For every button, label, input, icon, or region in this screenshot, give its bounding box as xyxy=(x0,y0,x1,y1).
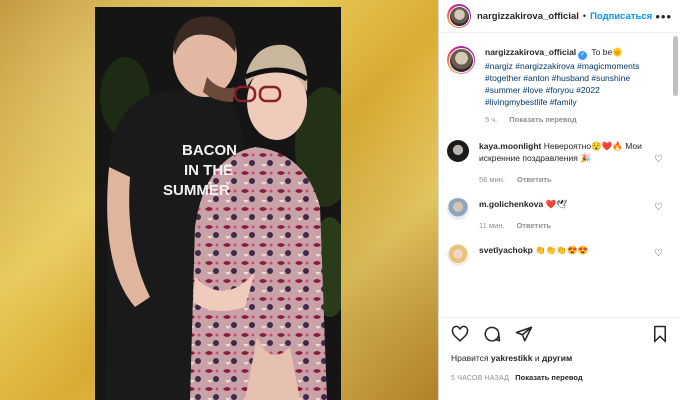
follow-button[interactable]: Подписаться xyxy=(590,11,652,22)
comment-item: svetlyachokp 👏👏👏😍😍 ♡ xyxy=(447,244,663,266)
comment-item: m.golichenkova ❤️🕊 11 мин. Ответить ♡ xyxy=(447,198,663,232)
shirt-text-line-2: IN THE xyxy=(184,162,233,179)
likes-prefix: Нравится xyxy=(451,353,489,363)
reply-button[interactable]: Ответить xyxy=(516,220,551,232)
caption-avatar[interactable] xyxy=(447,46,475,74)
post-media-background: BACON IN THE SUMMER xyxy=(0,0,438,400)
caption-hashtags[interactable]: #nargiz #nargizzakirova #magicmoments #t… xyxy=(485,61,640,107)
likes-others-link[interactable]: другим xyxy=(542,353,572,363)
save-bookmark-icon[interactable] xyxy=(651,325,669,343)
shirt-text-line-1: BACON xyxy=(182,142,237,159)
scrollbar-thumb[interactable] xyxy=(673,36,678,96)
share-send-icon[interactable] xyxy=(515,325,533,343)
caption-username[interactable]: nargizzakirova_official xyxy=(485,47,576,57)
caption-time[interactable]: 5 ч. xyxy=(485,114,497,126)
comment-time[interactable]: 56 мин. xyxy=(479,174,505,186)
comment-time[interactable]: 11 мин. xyxy=(479,220,504,232)
likes-conjunction: и xyxy=(534,353,540,363)
footer-translate-link[interactable]: Показать перевод xyxy=(515,373,582,382)
post-footer: 5 часов назад Показать перевод xyxy=(451,373,583,382)
caption-text: To be🌞 xyxy=(591,47,623,57)
like-comment-heart-icon[interactable]: ♡ xyxy=(654,248,663,259)
comment-avatar[interactable] xyxy=(447,198,469,220)
comment-item: kaya.moonlight Невероятно😯❤️🔥 Мои искрен… xyxy=(447,140,663,186)
header-separator: • xyxy=(582,11,587,21)
header-avatar[interactable] xyxy=(447,4,471,28)
comment-avatar[interactable] xyxy=(447,244,469,266)
verified-badge-icon: ✓ xyxy=(578,51,588,60)
like-comment-heart-icon[interactable]: ♡ xyxy=(654,154,663,165)
more-options-icon[interactable]: ••• xyxy=(655,9,672,24)
shirt-text-line-3: SUMMER xyxy=(163,182,230,199)
comments-scrollbar[interactable] xyxy=(673,36,678,311)
comment-bubble-icon[interactable] xyxy=(483,325,501,343)
comment-username[interactable]: m.golichenkova xyxy=(479,199,543,209)
reply-button[interactable]: Ответить xyxy=(517,174,552,186)
comment-username[interactable]: svetlyachokp xyxy=(479,245,533,255)
comment-avatar[interactable] xyxy=(447,140,469,162)
caption: nargizzakirova_official ✓ To be🌞 #nargiz … xyxy=(447,46,663,126)
post-photo[interactable]: BACON IN THE SUMMER xyxy=(95,7,341,400)
like-heart-icon[interactable] xyxy=(451,325,469,343)
couple-photo-illustration: BACON IN THE SUMMER xyxy=(95,7,341,400)
post-time[interactable]: 5 часов назад xyxy=(451,375,509,382)
likes-summary: Нравится yakrestikk и другим xyxy=(451,353,572,363)
comment-username[interactable]: kaya.moonlight xyxy=(479,141,541,151)
comment-text: ❤️🕊 xyxy=(545,199,567,209)
caption-translate-link[interactable]: Показать перевод xyxy=(509,114,576,126)
post-side-panel: nargizzakirova_official • Подписаться ••… xyxy=(438,0,680,400)
header-username[interactable]: nargizzakirova_official xyxy=(477,11,579,22)
post-header: nargizzakirova_official • Подписаться ••… xyxy=(439,0,680,33)
like-comment-heart-icon[interactable]: ♡ xyxy=(654,202,663,213)
comments-scroll-area[interactable]: nargizzakirova_official ✓ To be🌞 #nargiz … xyxy=(439,34,671,312)
likes-user[interactable]: yakrestikk xyxy=(491,353,533,363)
post-actions-bar xyxy=(439,317,680,349)
comment-text: 👏👏👏😍😍 xyxy=(535,245,589,255)
